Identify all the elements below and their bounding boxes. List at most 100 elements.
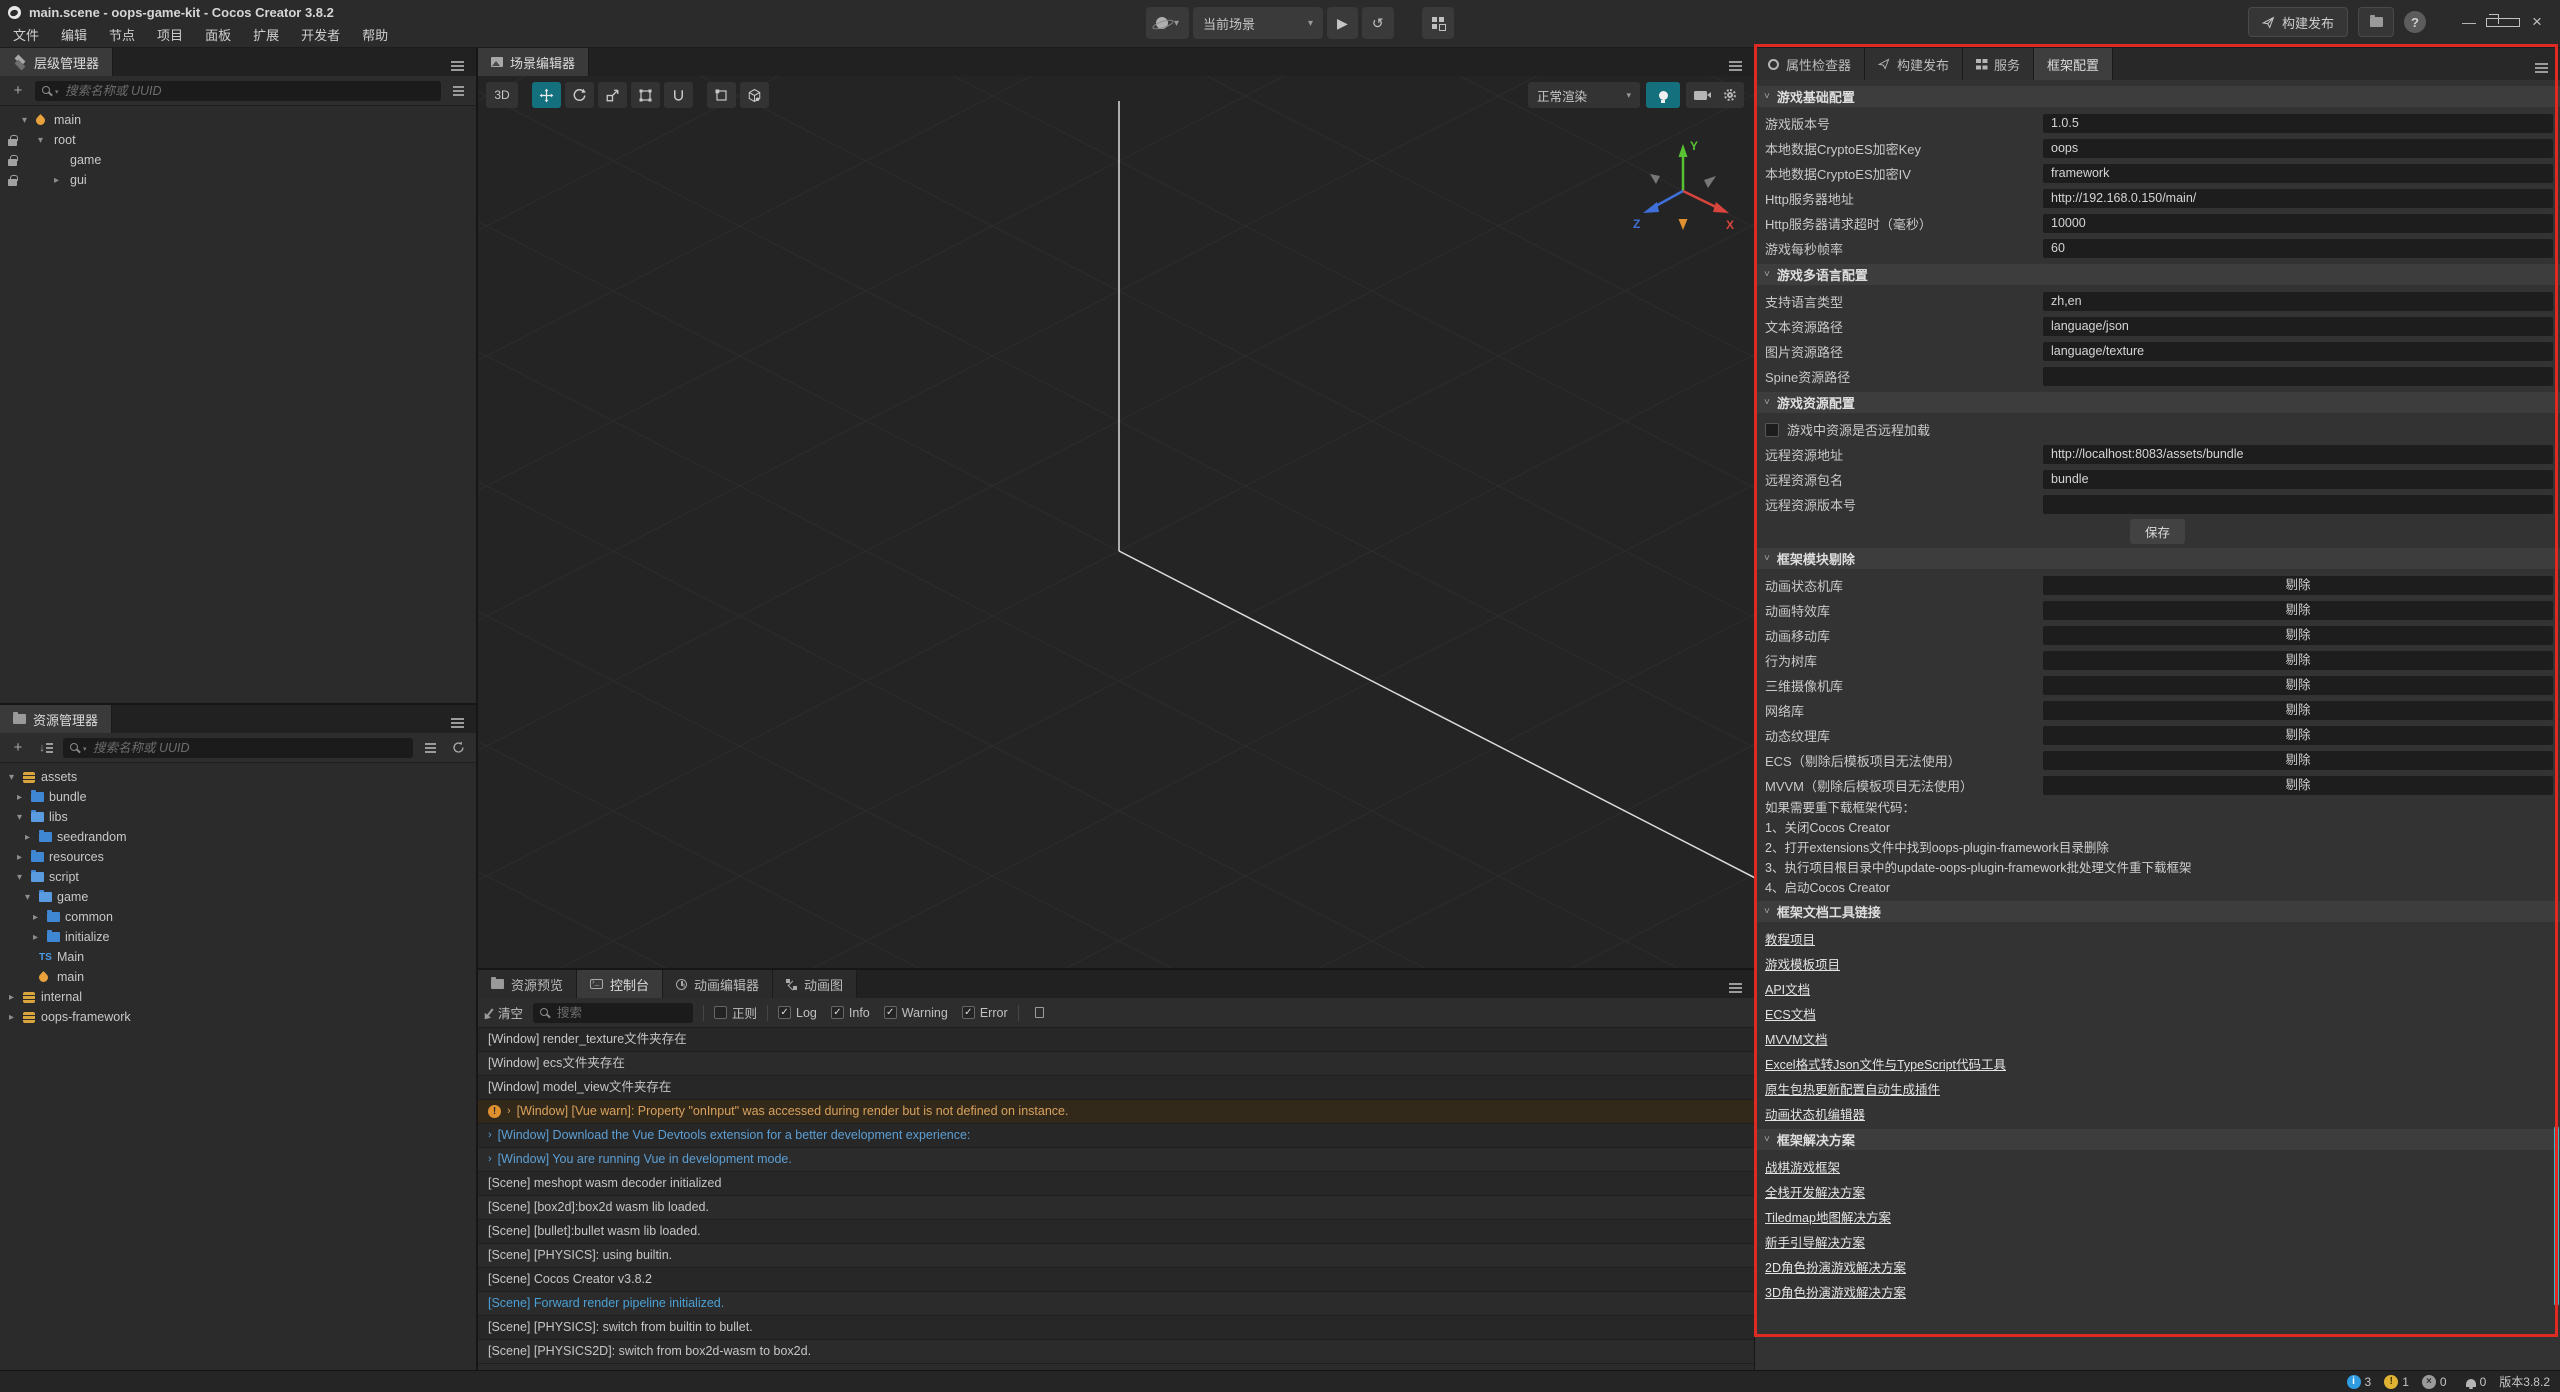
log-row[interactable]: [Scene] [PHYSICS]: switch from builtin t… xyxy=(478,1316,1754,1340)
hierarchy-filter-button[interactable] xyxy=(447,80,469,102)
field-input[interactable]: zh,en xyxy=(2043,292,2553,311)
log-row[interactable]: [Scene] [PHYSICS2D]: switch from box2d-w… xyxy=(478,1340,1754,1364)
remove-module-button[interactable]: 剔除 xyxy=(2043,651,2553,670)
log-row[interactable]: [Scene] [box2d]:box2d wasm lib loaded. xyxy=(478,1196,1754,1220)
assets-filter-button[interactable] xyxy=(419,737,441,759)
remove-module-button[interactable]: 剔除 xyxy=(2043,601,2553,620)
field-input[interactable]: http://localhost:8083/assets/bundle xyxy=(2043,445,2553,464)
open-project-folder-button[interactable] xyxy=(2358,7,2394,37)
log-row[interactable]: [Window] ecs文件夹存在 xyxy=(478,1052,1754,1076)
tree-node-resources[interactable]: ▸resources xyxy=(0,847,476,867)
log-row[interactable]: [Window] render_texture文件夹存在 xyxy=(478,1028,1754,1052)
checkbox-error[interactable] xyxy=(962,1006,975,1019)
menu-item-节点[interactable]: 节点 xyxy=(98,24,146,47)
log-row[interactable]: ›[Window] Download the Vue Devtools exte… xyxy=(478,1124,1754,1148)
chevron-right-icon[interactable]: ▸ xyxy=(17,852,31,863)
log-row[interactable]: [Scene] [bullet]:bullet wasm lib loaded. xyxy=(478,1220,1754,1244)
link-MVVM文档[interactable]: MVVM文档 xyxy=(1765,1029,1828,1048)
menu-item-项目[interactable]: 项目 xyxy=(146,24,194,47)
chevron-right-icon[interactable]: › xyxy=(488,1148,492,1171)
save-button[interactable]: 保存 xyxy=(2130,519,2185,544)
log-row[interactable]: !›[Window] [Vue warn]: Property "onInput… xyxy=(478,1100,1754,1124)
assets-panel-menu-button[interactable] xyxy=(451,705,476,733)
tree-node-assets[interactable]: ▾assets xyxy=(0,767,476,787)
tree-node-game[interactable]: ▾game xyxy=(0,887,476,907)
log-row[interactable]: [Scene] meshopt wasm decoder initialized xyxy=(478,1172,1754,1196)
hierarchy-search-input[interactable] xyxy=(35,81,441,101)
chevron-right-icon[interactable]: ▸ xyxy=(9,1012,23,1023)
remove-module-button[interactable]: 剔除 xyxy=(2043,701,2553,720)
link-ECS文档[interactable]: ECS文档 xyxy=(1765,1004,1816,1023)
chevron-right-icon[interactable]: ▸ xyxy=(25,832,39,843)
tree-node-oops-framework[interactable]: ▸oops-framework xyxy=(0,1007,476,1027)
tree-node-seedrandom[interactable]: ▸seedrandom xyxy=(0,827,476,847)
menu-item-面板[interactable]: 面板 xyxy=(194,24,242,47)
tree-node-main[interactable]: main xyxy=(0,967,476,987)
transform-gizmo-tool-button[interactable] xyxy=(664,82,693,108)
remove-module-button[interactable]: 剔除 xyxy=(2043,626,2553,645)
minimize-button[interactable]: — xyxy=(2452,7,2486,37)
inspector-panel-menu-button[interactable] xyxy=(2535,48,2560,80)
chevron-down-icon[interactable]: ▾ xyxy=(22,115,36,126)
field-input[interactable]: http://192.168.0.150/main/ xyxy=(2043,189,2553,208)
section-header-框架解决方案[interactable]: ˅框架解决方案 xyxy=(1755,1129,2560,1150)
menu-item-开发者[interactable]: 开发者 xyxy=(290,24,351,47)
tree-node-common[interactable]: ▸common xyxy=(0,907,476,927)
menu-item-编辑[interactable]: 编辑 xyxy=(50,24,98,47)
tree-node-internal[interactable]: ▸internal xyxy=(0,987,476,1007)
regex-checkbox[interactable] xyxy=(714,1006,727,1019)
field-input[interactable]: oops xyxy=(2043,139,2553,158)
field-input[interactable]: 1.0.5 xyxy=(2043,114,2553,133)
clear-console-button[interactable]: 清空 xyxy=(485,1003,527,1022)
pivot-mode-button[interactable] xyxy=(707,82,736,108)
tree-node-libs[interactable]: ▾libs xyxy=(0,807,476,827)
tree-node-initialize[interactable]: ▸initialize xyxy=(0,927,476,947)
menu-item-扩展[interactable]: 扩展 xyxy=(242,24,290,47)
tab-inspector[interactable]: 属性检查器 xyxy=(1755,48,1865,80)
restore-button[interactable] xyxy=(2486,7,2520,37)
tree-node-root[interactable]: ▾root xyxy=(0,130,476,150)
link-全栈开发解决方案[interactable]: 全栈开发解决方案 xyxy=(1765,1182,1865,1201)
tab-services[interactable]: 服务 xyxy=(1963,48,2034,80)
tab-assets[interactable]: 资源管理器 xyxy=(0,705,112,733)
status-warning-count[interactable]: ! 1 xyxy=(2384,1375,2409,1389)
scene-camera-button[interactable] xyxy=(1686,82,1715,108)
checkbox-log[interactable] xyxy=(778,1006,791,1019)
remote-load-checkbox[interactable] xyxy=(1765,423,1779,437)
log-row[interactable]: [Scene] Forward render pipeline initiali… xyxy=(478,1292,1754,1316)
link-原生包热更新配置自动生成插件[interactable]: 原生包热更新配置自动生成插件 xyxy=(1765,1079,1940,1098)
checkbox-info[interactable] xyxy=(831,1006,844,1019)
tab-hierarchy[interactable]: 层级管理器 xyxy=(0,48,113,76)
link-2D角色扮演游戏解决方案[interactable]: 2D角色扮演游戏解决方案 xyxy=(1765,1257,1906,1276)
preview-platform-button[interactable]: ▾ xyxy=(1146,7,1189,39)
scene-settings-button[interactable] xyxy=(1715,82,1744,108)
chevron-right-icon[interactable]: ▸ xyxy=(33,932,47,943)
remove-module-button[interactable]: 剔除 xyxy=(2043,726,2553,745)
chevron-down-icon[interactable]: ▾ xyxy=(17,872,31,883)
filter-error[interactable]: Error xyxy=(962,1006,1008,1020)
help-button[interactable]: ? xyxy=(2404,11,2426,33)
move-tool-button[interactable] xyxy=(532,82,561,108)
regex-toggle[interactable]: 正则 xyxy=(714,1003,757,1022)
tree-node-game[interactable]: game xyxy=(0,150,476,170)
status-notifications[interactable]: 0 xyxy=(2466,1375,2487,1389)
tab-console[interactable]: 控制台 xyxy=(577,970,663,998)
remove-module-button[interactable]: 剔除 xyxy=(2043,751,2553,770)
remove-module-button[interactable]: 剔除 xyxy=(2043,576,2553,595)
field-input[interactable]: bundle xyxy=(2043,470,2553,489)
link-3D角色扮演游戏解决方案[interactable]: 3D角色扮演游戏解决方案 xyxy=(1765,1282,1906,1301)
field-input[interactable] xyxy=(2043,367,2553,386)
link-新手引导解决方案[interactable]: 新手引导解决方案 xyxy=(1765,1232,1865,1251)
tab-animation-editor[interactable]: 动画编辑器 xyxy=(663,970,773,998)
link-Excel格式转Json文件与TypeScript代码工具[interactable]: Excel格式转Json文件与TypeScript代码工具 xyxy=(1765,1054,2006,1073)
sort-assets-button[interactable]: ↓ xyxy=(35,737,57,759)
link-API文档[interactable]: API文档 xyxy=(1765,979,1810,998)
link-Tiledmap地图解决方案[interactable]: Tiledmap地图解决方案 xyxy=(1765,1207,1891,1226)
mode-3d-button[interactable]: 3D xyxy=(486,82,518,108)
link-教程项目[interactable]: 教程项目 xyxy=(1765,929,1815,948)
rotate-tool-button[interactable] xyxy=(565,82,594,108)
chevron-right-icon[interactable]: ▸ xyxy=(9,992,23,1003)
rect-tool-button[interactable] xyxy=(631,82,660,108)
status-info-count[interactable]: i 3 xyxy=(2347,1375,2372,1389)
tree-node-Main[interactable]: TSMain xyxy=(0,947,476,967)
